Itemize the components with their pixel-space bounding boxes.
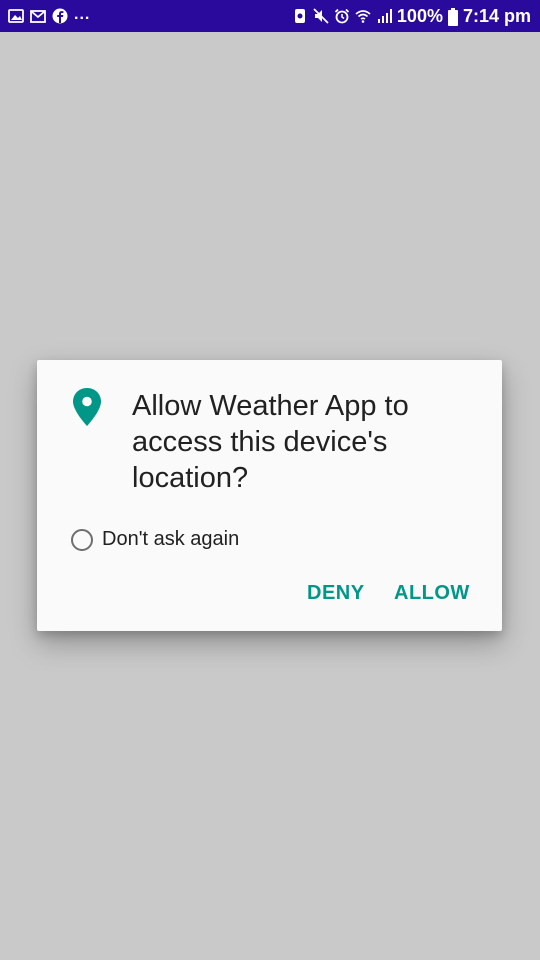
- facebook-icon: [52, 8, 68, 24]
- battery-percent: 100%: [396, 6, 443, 26]
- signal-icon: [376, 8, 392, 24]
- status-bar: ... 100% 7:14 pm: [0, 0, 540, 32]
- clock: 7:14 pm: [462, 6, 531, 26]
- gallery-icon: [8, 8, 24, 24]
- status-bar-left: ...: [8, 6, 96, 24]
- alarm-icon: [334, 8, 350, 24]
- battery-icon: [447, 8, 458, 26]
- dont-ask-again-label[interactable]: Don't ask again: [102, 528, 239, 551]
- dialog-title: Allow Weather App to access this device'…: [132, 390, 409, 494]
- dont-ask-again-checkbox[interactable]: [71, 528, 93, 551]
- wifi-icon: [355, 8, 371, 24]
- mute-icon: [313, 8, 329, 24]
- gmail-icon: [30, 8, 46, 24]
- overflow-notifications: ...: [74, 6, 91, 23]
- location-pin-icon: [71, 387, 103, 427]
- app-notification-icon: [292, 8, 308, 24]
- status-bar-right: 100% 7:14 pm: [287, 6, 531, 26]
- allow-button[interactable]: ALLOW: [394, 582, 470, 605]
- deny-button[interactable]: DENY: [307, 582, 365, 605]
- dont-ask-again-row[interactable]: Don't ask again: [71, 528, 239, 551]
- permission-dialog: Allow Weather App to access this device'…: [37, 360, 502, 631]
